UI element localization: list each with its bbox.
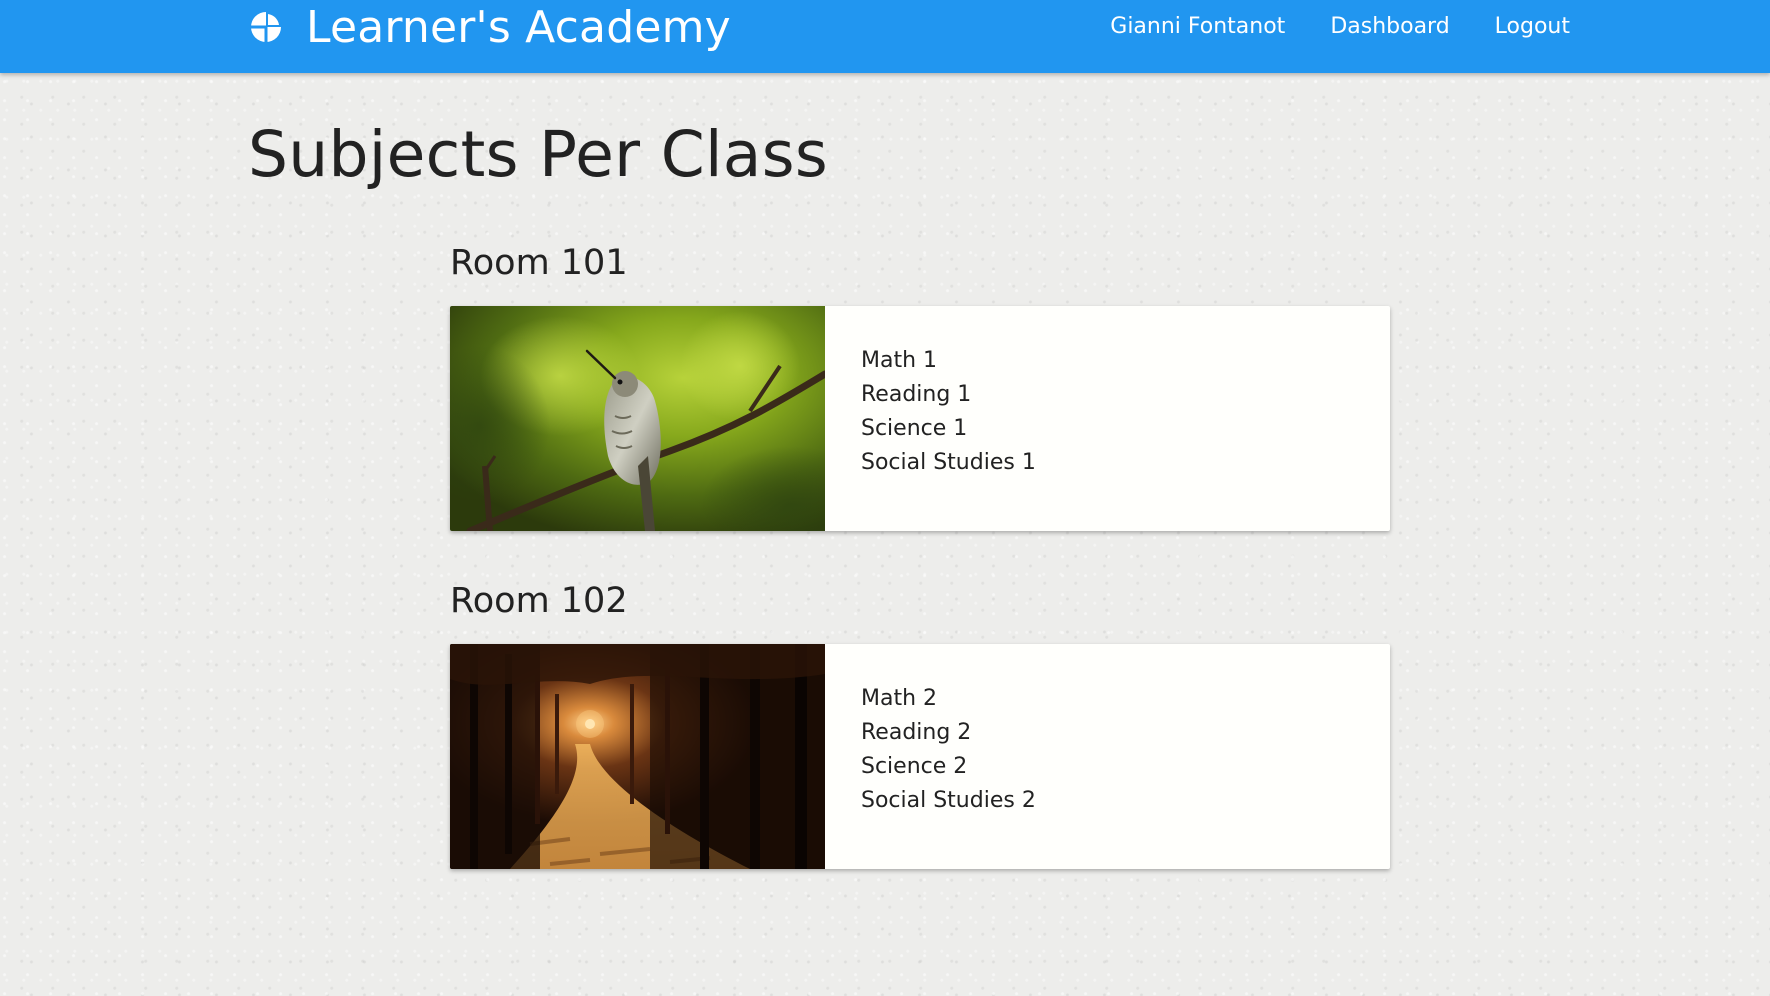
room-section: Room 102 Math 2 Reading 2 Science 2 Soci…: [450, 576, 1390, 869]
room-title: Room 101: [450, 243, 628, 283]
subject-item: Social Studies 2: [861, 788, 1036, 813]
hummingbird-image: [450, 306, 825, 531]
brand[interactable]: Learner's Academy: [250, 0, 731, 54]
pie-chart-icon: [250, 11, 282, 43]
subject-list: Math 1 Reading 1 Science 1 Social Studie…: [825, 306, 1036, 531]
brand-name: Learner's Academy: [306, 1, 731, 53]
logout-link[interactable]: Logout: [1495, 14, 1570, 39]
room-card: Math 1 Reading 1 Science 1 Social Studie…: [450, 306, 1390, 531]
page-title: Subjects Per Class: [248, 118, 828, 191]
dashboard-link[interactable]: Dashboard: [1330, 14, 1449, 39]
subject-item: Science 2: [861, 754, 968, 779]
subject-item: Math 2: [861, 686, 938, 711]
forest-path-image: [450, 644, 825, 869]
subject-item: Math 1: [861, 348, 938, 373]
subject-list: Math 2 Reading 2 Science 2 Social Studie…: [825, 644, 1036, 869]
room-title: Room 102: [450, 581, 628, 621]
room-section: Room 101 Math 1 Reading 1 Science 1 Soci…: [450, 238, 1390, 531]
top-navbar: Learner's Academy Gianni Fontanot Dashbo…: [0, 0, 1770, 73]
subject-item: Social Studies 1: [861, 450, 1036, 475]
nav-links: Gianni Fontanot Dashboard Logout: [1065, 0, 1570, 52]
user-name-link[interactable]: Gianni Fontanot: [1110, 14, 1285, 39]
room-card: Math 2 Reading 2 Science 2 Social Studie…: [450, 644, 1390, 869]
subject-item: Science 1: [861, 416, 968, 441]
subject-item: Reading 1: [861, 382, 972, 407]
subject-item: Reading 2: [861, 720, 972, 745]
